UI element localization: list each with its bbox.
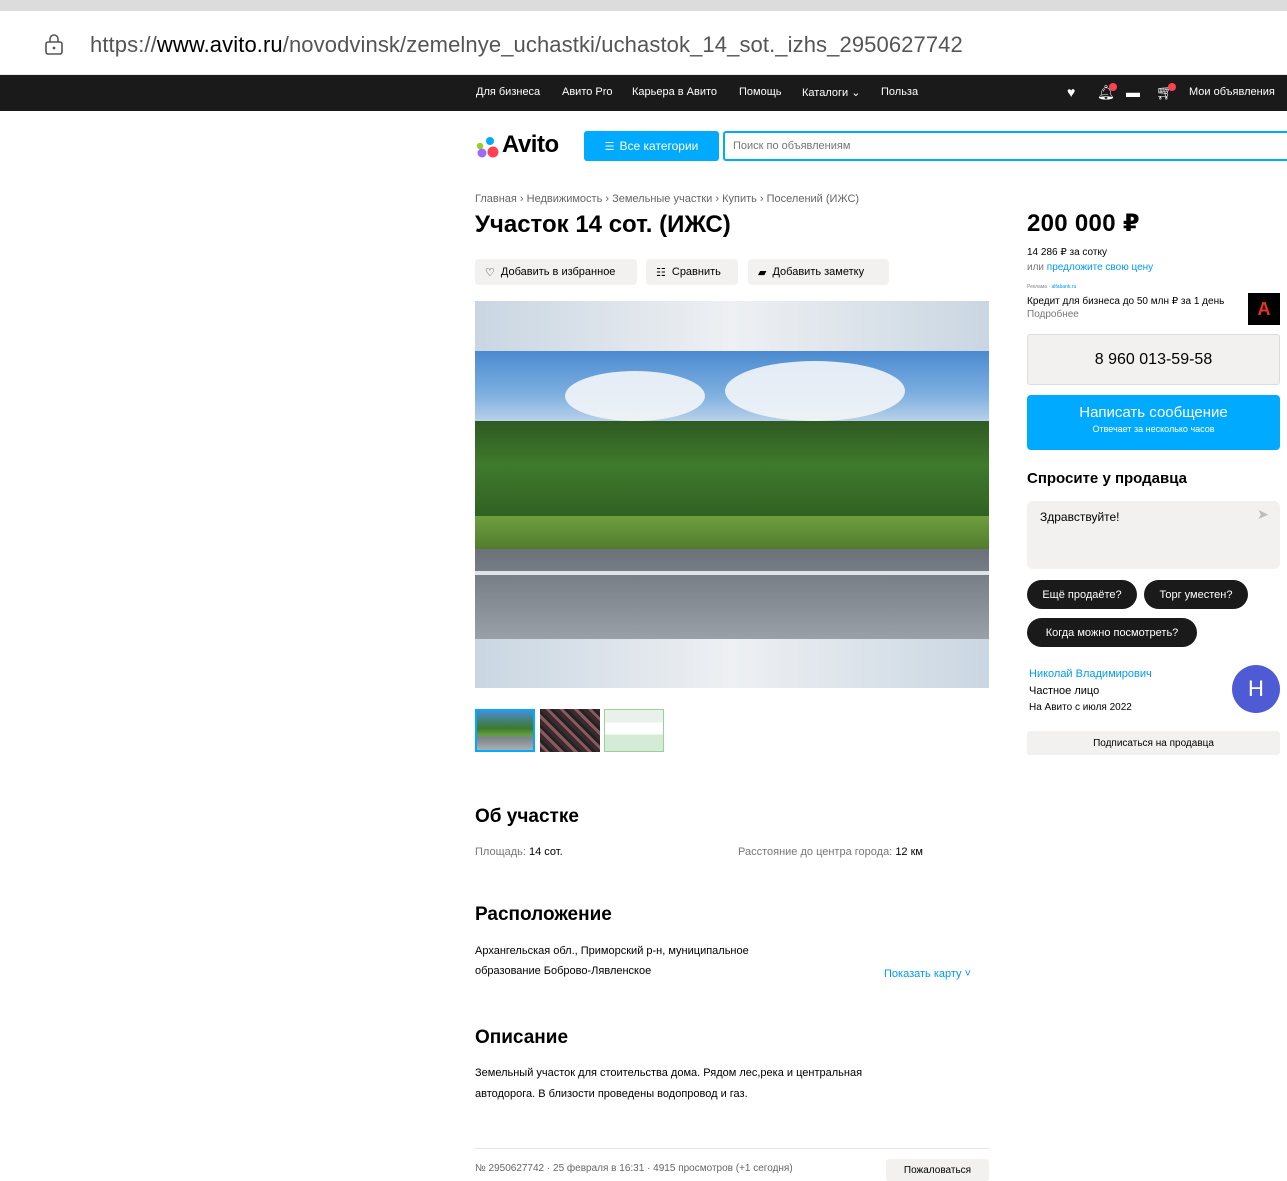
browser-tab-strip [0,0,1287,11]
add-note-button[interactable]: ▰ Добавить заметку [748,259,889,285]
quick-question-chip[interactable]: Ещё продаёте? [1027,580,1137,609]
topnav-item-benefit[interactable]: Польза [881,86,918,98]
alfabank-logo-icon[interactable]: А [1248,293,1280,325]
url-scheme: https:// [90,32,157,57]
heart-icon[interactable]: ♥ [1067,84,1075,100]
address-line: образование Боброво-Лявленское [475,965,652,977]
reply-time-label: Отвечает за несколько часов [1092,424,1215,434]
address-line: Архангельская обл., Приморский р-н, муни… [475,945,749,957]
area-label: Площадь: [475,846,526,858]
main-photo[interactable] [475,301,989,688]
show-map-link[interactable]: Показать карту ˅ [884,964,971,984]
my-ads-link[interactable]: Мои объявления [1189,86,1275,98]
quick-question-chip[interactable]: Торг уместен? [1144,580,1248,609]
compare-icon: ☷ [656,266,666,279]
ad-label: Реклама · alfabank.ru [1027,284,1076,290]
distance-value: 12 км [895,846,923,858]
search-input[interactable] [723,131,1287,161]
photo-padding-top [475,301,989,351]
description-line: автодорога. В близости проведены водопро… [475,1088,748,1100]
send-icon[interactable]: ➤ [1257,506,1269,523]
url-path: /novodvinsk/zemelnye_uchastki/uchastok_1… [282,32,963,57]
topnav-item-help[interactable]: Помощь [739,86,782,98]
notification-badge [1109,83,1117,91]
subscribe-button[interactable]: Подписаться на продавца [1027,731,1280,755]
description-heading: Описание [475,1027,569,1048]
avito-logo-icon[interactable] [475,136,499,158]
note-icon: ▰ [758,266,767,279]
seller-since: На Авито с июля 2022 [1029,702,1132,713]
photo-road-line [475,571,989,575]
photo-thumbnail[interactable] [540,709,600,752]
description-line: Земельный участок для стоительства дома.… [475,1067,863,1079]
address-text: Архангельская обл., Приморский р-н, муни… [475,941,749,981]
seller-type: Частное лицо [1029,685,1100,697]
topnav-item-business[interactable]: Для бизнеса [476,86,540,98]
avito-logo-text[interactable]: Avito [502,131,559,159]
ad-domain-link[interactable]: alfabank.ru [1052,284,1077,290]
url-text[interactable]: https://www.avito.ru/novodvinsk/zemelnye… [90,32,963,58]
ask-seller-heading: Спросите у продавца [1027,470,1187,487]
offer-prefix: или [1027,262,1047,273]
distance-label: Расстояние до центра города: [738,846,893,858]
photo-grass [475,516,989,551]
location-heading: Расположение [475,904,612,925]
price-per-sotka: 14 286 ₽ за сотку [1027,247,1107,258]
ad-headline: Кредит для бизнеса до 50 млн ₽ за 1 день [1027,296,1225,307]
offer-price-row: или предложите свою цену [1027,262,1153,273]
photo-thumbnail[interactable] [604,709,664,752]
photo-trees [475,421,989,531]
area-row: Площадь: 14 сот. [475,842,563,862]
area-value: 14 сот. [529,846,563,858]
photo-thumbnail[interactable] [475,709,535,752]
chat-icon[interactable]: ▬ [1126,84,1140,100]
photo-padding-bottom [475,639,989,688]
ad-more-link[interactable]: Подробнее [1027,309,1079,320]
all-categories-label: Все категории [619,139,699,153]
photo-cloud [565,371,705,421]
topnav-item-career[interactable]: Карьера в Авито [632,86,717,98]
phone-button[interactable]: 8 960 013-59-58 [1027,334,1280,385]
cart-badge [1168,83,1176,91]
page-title: Участок 14 сот. (ИЖС) [475,211,731,238]
seller-name-link[interactable]: Николай Владимирович [1029,668,1152,680]
write-message-label: Написать сообщение [1079,404,1228,421]
divider [475,1148,989,1149]
write-message-button[interactable]: Написать сообщение Отвечает за несколько… [1027,395,1280,450]
compare-button[interactable]: ☷ Сравнить [646,259,738,285]
ad-text[interactable]: Кредит для бизнеса до 50 млн ₽ за 1 день… [1027,295,1227,321]
add-to-favorites-label: Добавить в избранное [500,266,616,278]
price: 200 000 ₽ [1027,210,1140,237]
distance-row: Расстояние до центра города: 12 км [738,842,923,862]
heart-outline-icon: ♡ [485,266,495,279]
offer-price-link[interactable]: предложите свою цену [1047,262,1153,273]
topnav-item-avito-pro[interactable]: Авито Pro [562,86,613,98]
photo-cloud [725,361,905,421]
photo-road [475,549,989,639]
lock-icon[interactable] [44,33,64,55]
description-text: Земельный участок для стоительства дома.… [475,1063,862,1105]
ad-label-text: Реклама · [1027,284,1051,290]
url-host: www.avito.ru [156,32,283,57]
quick-question-chip[interactable]: Когда можно посмотреть? [1027,618,1197,647]
breadcrumb[interactable]: Главная › Недвижимость › Земельные участ… [475,193,859,205]
all-categories-button[interactable]: ☰ Все категории [584,131,719,161]
avatar[interactable]: Н [1232,665,1280,713]
add-note-label: Добавить заметку [772,266,865,278]
listing-meta: № 2950627742 · 25 февраля в 16:31 · 4915… [475,1163,793,1174]
topnav-item-catalogs[interactable]: Каталоги ⌄ [802,86,860,99]
about-heading: Об участке [475,806,579,827]
compare-label: Сравнить [671,266,721,278]
ask-seller-text[interactable]: Здравствуйте! [1040,510,1120,524]
menu-search-icon: ☰ [604,140,615,153]
add-to-favorites-button[interactable]: ♡ Добавить в избранное [475,259,637,285]
